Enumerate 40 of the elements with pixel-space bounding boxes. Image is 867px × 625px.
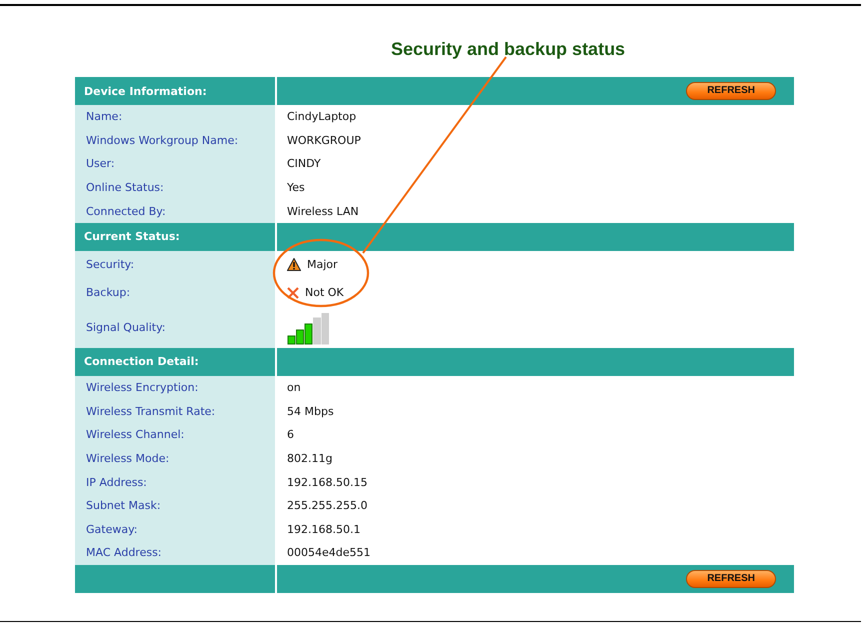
field-label: Connected By: (86, 204, 166, 218)
section-title: Device Information: (83, 84, 207, 98)
field-value: 6 (287, 428, 294, 442)
field-label: Online Status: (86, 181, 164, 194)
field-label: Wireless Mode: (86, 452, 170, 466)
field-value: 192.168.50.1 (287, 522, 360, 536)
field-value: CINDY (287, 157, 321, 170)
field-value: Yes (287, 181, 305, 194)
field-label: Wireless Encryption: (86, 381, 198, 394)
field-value: 54 Mbps (287, 404, 334, 418)
field-value: Wireless LAN (287, 204, 359, 218)
refresh-button[interactable]: REFRESH (686, 82, 776, 100)
field-value: Major (307, 258, 338, 272)
field-label: Security: (86, 258, 134, 272)
field-label: Wireless Channel: (86, 428, 184, 442)
field-label: Backup: (86, 286, 130, 300)
warning-icon (287, 258, 301, 272)
field-label: User: (86, 157, 115, 170)
section-title: Current Status: (83, 230, 180, 244)
refresh-button[interactable]: REFRESH (686, 570, 776, 588)
field-label: Signal Quality: (86, 320, 166, 334)
signal-strength-icon (287, 312, 329, 345)
field-label: Wireless Transmit Rate: (86, 404, 216, 418)
callout-title: Security and backup status (391, 39, 626, 59)
field-value: CindyLaptop (287, 110, 356, 124)
field-label: Gateway: (86, 522, 138, 536)
field-label: Name: (86, 110, 122, 124)
cross-icon (287, 286, 299, 299)
field-label: Subnet Mask: (86, 499, 161, 512)
section-title: Connection Detail: (83, 355, 199, 368)
field-value: 192.168.50.15 (287, 476, 368, 489)
field-label: IP Address: (86, 476, 147, 489)
field-label: MAC Address: (86, 546, 162, 560)
field-value: 00054e4de551 (287, 546, 371, 560)
field-label: Windows Workgroup Name: (86, 134, 238, 147)
field-value: on (287, 381, 301, 394)
field-value: WORKGROUP (287, 134, 361, 147)
field-value: 255.255.255.0 (287, 499, 368, 512)
field-value: 802.11g (287, 452, 332, 466)
field-value: Not OK (305, 286, 344, 300)
